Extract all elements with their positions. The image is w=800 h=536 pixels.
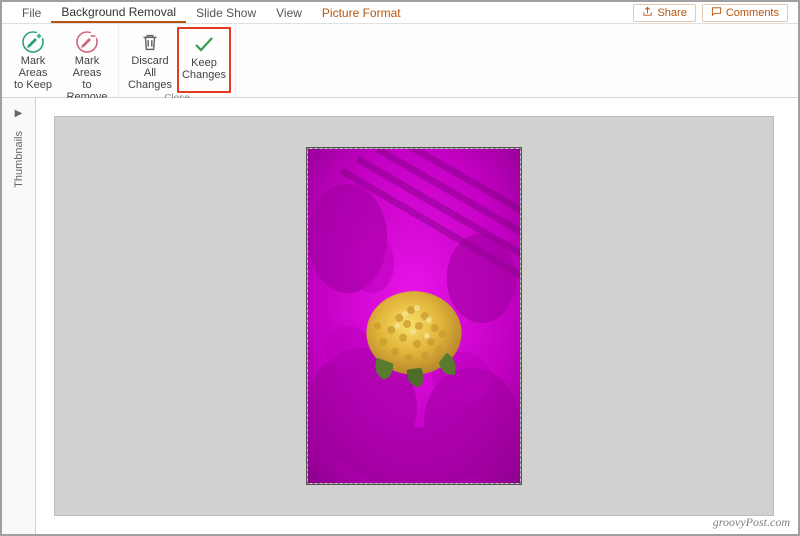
- tabs-bar: File Background Removal Slide Show View …: [2, 2, 798, 24]
- mark-areas-to-remove-button[interactable]: Mark Areas to Remove: [60, 27, 114, 105]
- checkmark-icon: [192, 31, 216, 57]
- tab-picture-format[interactable]: Picture Format: [312, 3, 411, 22]
- ribbon: Mark Areas to Keep Mark Areas to Remove: [2, 24, 798, 98]
- selected-picture[interactable]: [307, 148, 521, 484]
- tab-file[interactable]: File: [12, 3, 51, 22]
- pencil-minus-icon: [75, 29, 99, 55]
- tab-view[interactable]: View: [266, 3, 312, 22]
- chevron-right-icon[interactable]: ▶: [15, 108, 23, 119]
- mark-areas-to-keep-button[interactable]: Mark Areas to Keep: [6, 27, 60, 105]
- share-button[interactable]: Share: [633, 4, 695, 22]
- trash-icon: [139, 29, 161, 55]
- discard-line1: Discard All: [125, 55, 175, 79]
- comments-icon: [711, 6, 722, 20]
- watermark: groovyPost.com: [713, 515, 790, 530]
- keep-line1: Keep: [191, 57, 217, 69]
- discard-all-changes-button[interactable]: Discard All Changes: [123, 27, 177, 93]
- slide-canvas-area: groovyPost.com: [36, 98, 798, 534]
- thumbnails-panel: ▶ Thumbnails: [2, 98, 36, 534]
- pencil-plus-icon: [21, 29, 45, 55]
- mark-remove-line1: Mark Areas: [62, 55, 112, 79]
- thumbnails-label: Thumbnails: [13, 131, 25, 188]
- mark-keep-line1: Mark Areas: [8, 55, 58, 79]
- share-label: Share: [657, 7, 686, 19]
- discard-line2: Changes: [128, 79, 172, 91]
- tab-slide-show[interactable]: Slide Show: [186, 3, 266, 22]
- comments-button[interactable]: Comments: [702, 4, 788, 22]
- ribbon-group-refine: Mark Areas to Keep Mark Areas to Remove: [2, 24, 119, 97]
- share-icon: [642, 6, 653, 20]
- comments-label: Comments: [726, 7, 779, 19]
- mark-keep-line2: to Keep: [14, 79, 52, 91]
- keep-changes-button[interactable]: Keep Changes: [177, 27, 231, 93]
- tab-background-removal[interactable]: Background Removal: [51, 2, 186, 23]
- ribbon-group-close: Discard All Changes Keep Changes Close: [119, 24, 236, 97]
- slide-canvas[interactable]: [54, 116, 774, 516]
- keep-line2: Changes: [182, 69, 226, 81]
